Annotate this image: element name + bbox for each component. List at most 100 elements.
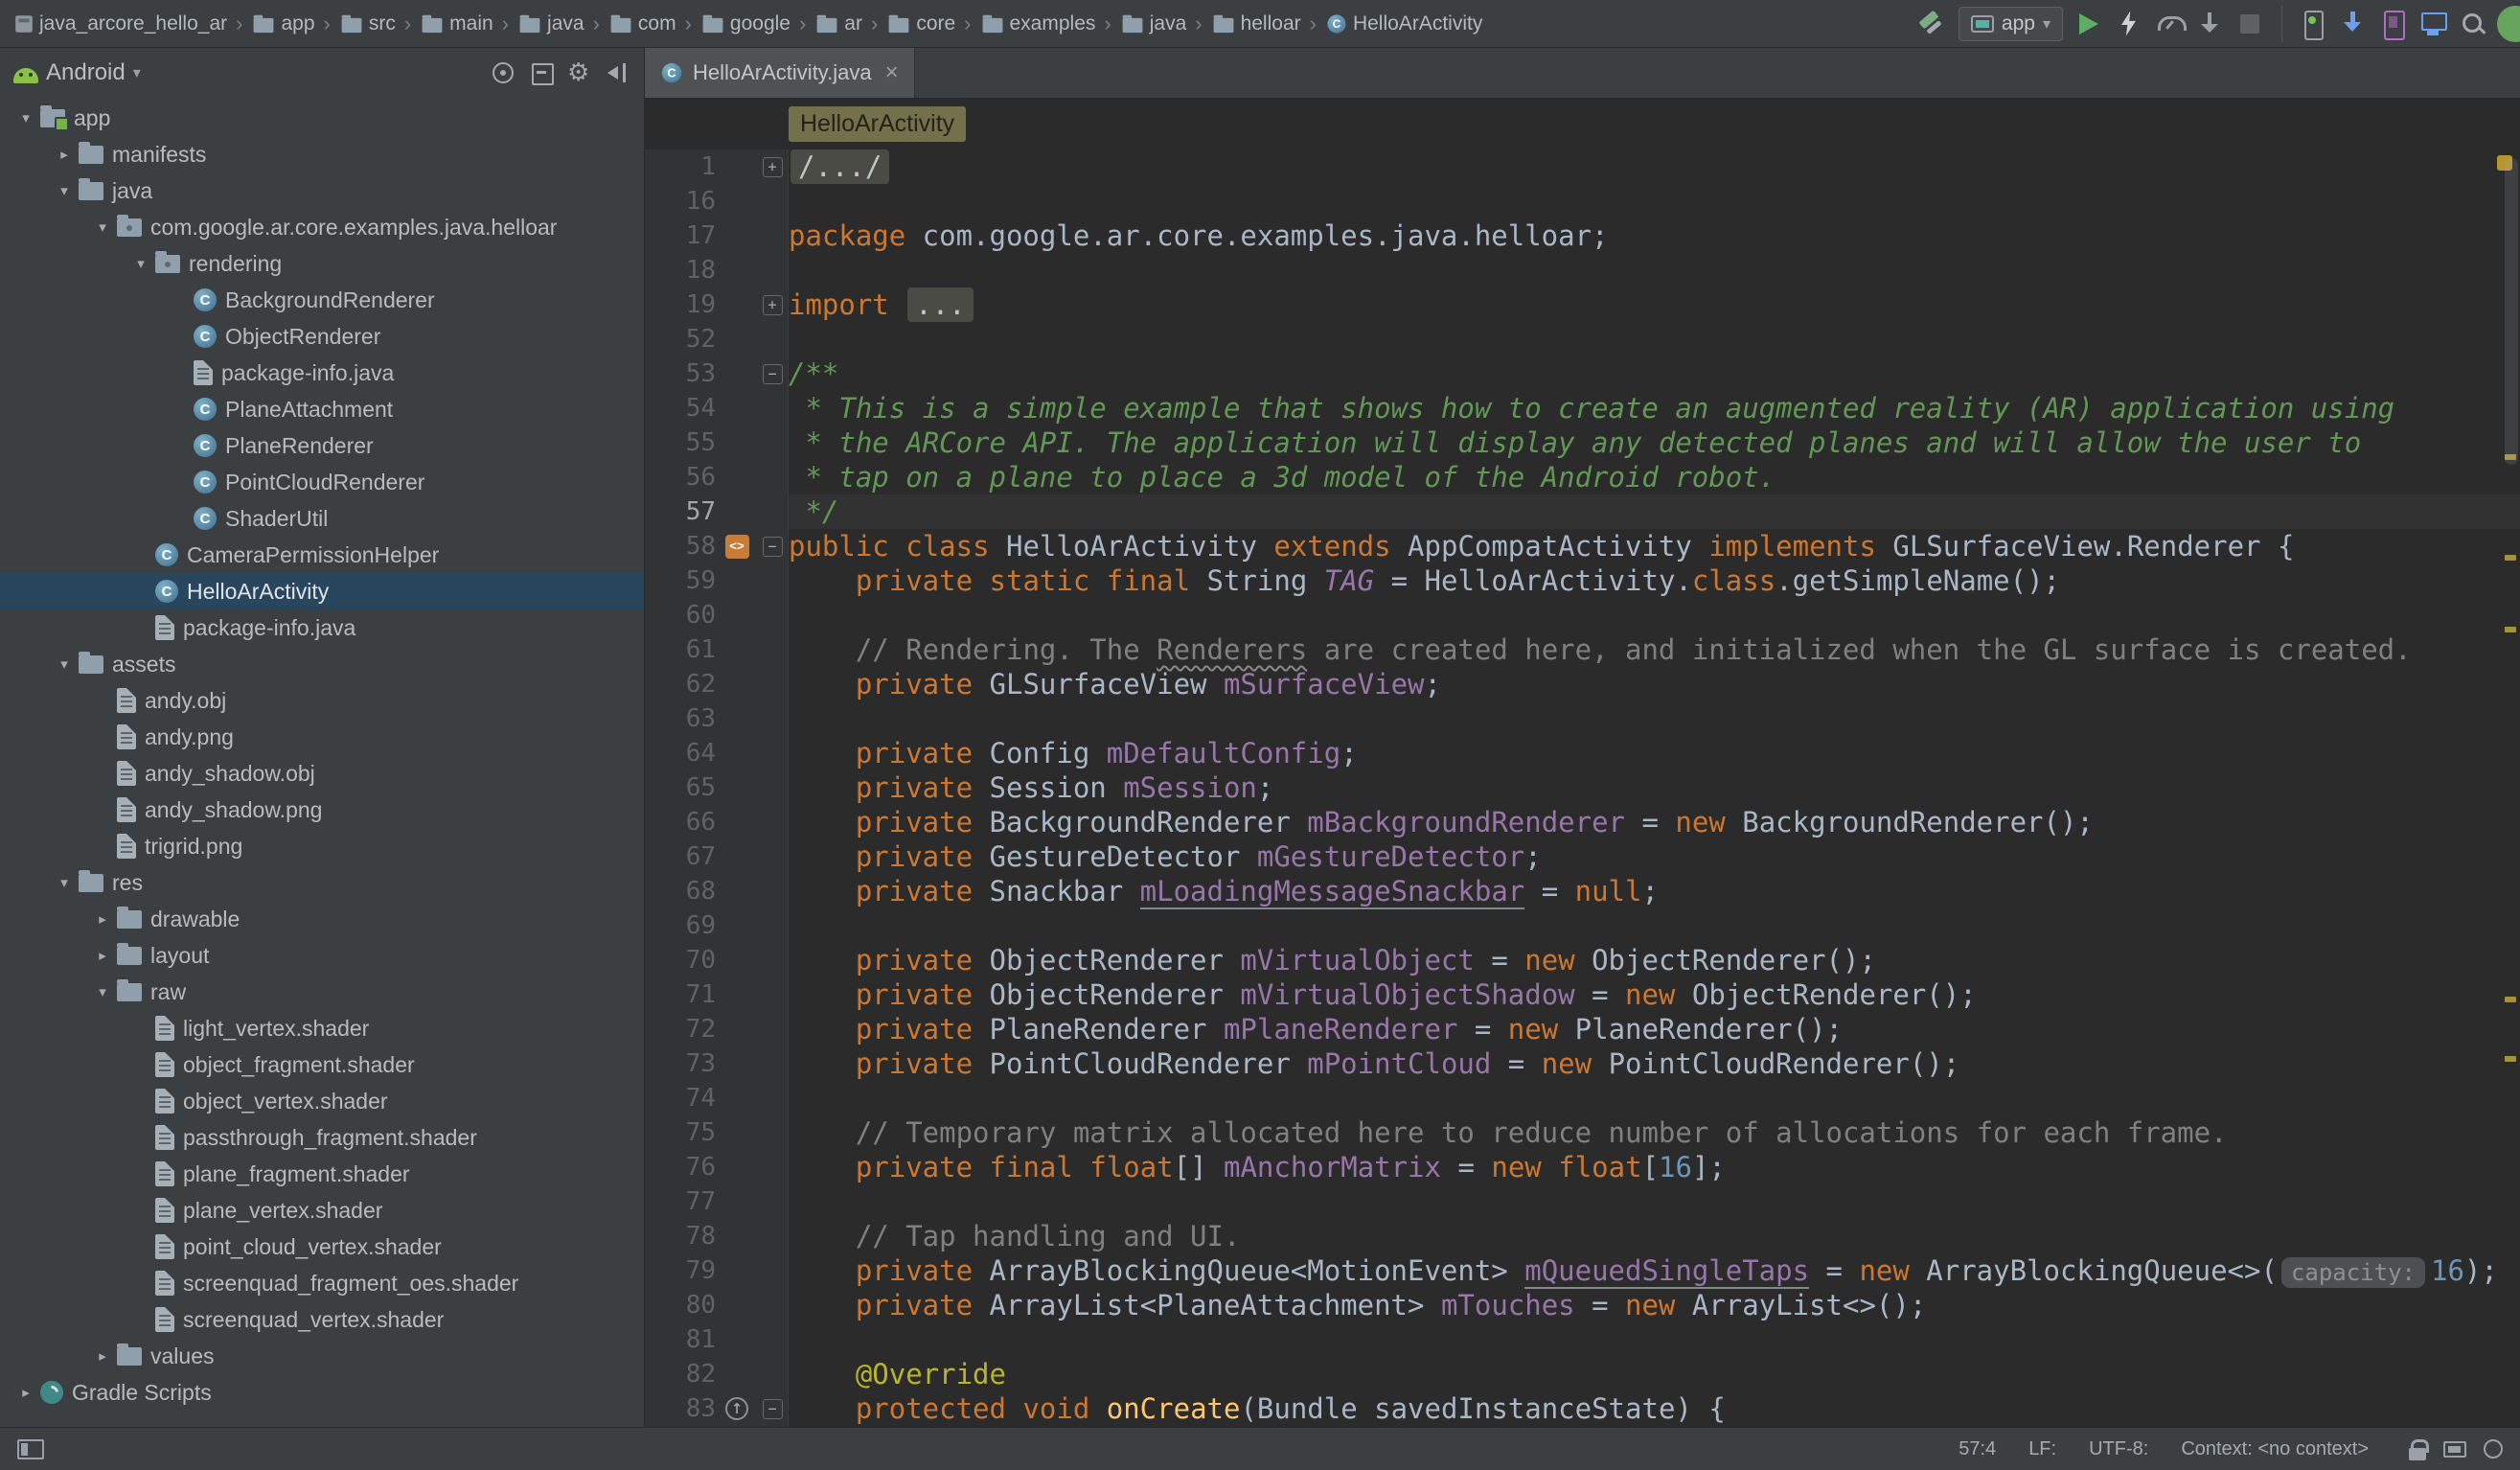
code-line-79[interactable]: private ArrayBlockingQueue<MotionEvent> … bbox=[789, 1253, 2520, 1288]
code-line-18[interactable] bbox=[789, 253, 2520, 287]
tree-item-andy_shadow.obj[interactable]: andy_shadow.obj bbox=[0, 755, 644, 792]
project-view-selector[interactable]: Android ▾ bbox=[46, 59, 141, 86]
code-line-1[interactable]: /.../ bbox=[789, 149, 2520, 184]
fold-collapse-icon[interactable]: − bbox=[763, 364, 783, 384]
collapsed-arrow-icon[interactable]: ▸ bbox=[52, 146, 77, 163]
tree-item-layout[interactable]: ▸layout bbox=[0, 937, 644, 974]
profile-icon[interactable] bbox=[2153, 8, 2186, 40]
code-line-82[interactable]: @Override bbox=[789, 1357, 2520, 1391]
warning-stripe-mark[interactable] bbox=[2505, 997, 2516, 1002]
tree-item-raw[interactable]: ▾raw bbox=[0, 974, 644, 1010]
tree-item-screenquad_fragment_oes.shader[interactable]: screenquad_fragment_oes.shader bbox=[0, 1265, 644, 1301]
hide-panel-icon[interactable] bbox=[602, 57, 634, 89]
tree-item-andy.png[interactable]: andy.png bbox=[0, 719, 644, 755]
expanded-arrow-icon[interactable]: ▾ bbox=[52, 182, 77, 199]
code-line-58[interactable]: public class HelloArActivity extends App… bbox=[789, 529, 2520, 563]
expanded-arrow-icon[interactable]: ▾ bbox=[128, 255, 153, 272]
code-line-64[interactable]: private Config mDefaultConfig; bbox=[789, 736, 2520, 770]
line-separator[interactable]: LF: bbox=[2028, 1438, 2056, 1460]
warning-stripe-mark[interactable] bbox=[2505, 627, 2516, 632]
tree-item-trigrid.png[interactable]: trigrid.png bbox=[0, 828, 644, 864]
tree-item-screenquad_vertex.shader[interactable]: screenquad_vertex.shader bbox=[0, 1301, 644, 1338]
fold-expand-icon[interactable]: + bbox=[763, 295, 783, 315]
code-line-16[interactable] bbox=[789, 184, 2520, 218]
code-line-60[interactable] bbox=[789, 598, 2520, 632]
code-line-70[interactable]: private ObjectRenderer mVirtualObject = … bbox=[789, 943, 2520, 977]
warning-stripe-mark[interactable] bbox=[2505, 555, 2516, 561]
expanded-arrow-icon[interactable]: ▾ bbox=[90, 218, 115, 236]
toolwindow-toggle-icon[interactable] bbox=[17, 1439, 44, 1459]
code-line-54[interactable]: * This is a simple example that shows ho… bbox=[789, 391, 2520, 425]
path-item-com[interactable]: com bbox=[608, 12, 676, 35]
build-hammer-icon[interactable] bbox=[1916, 8, 1949, 40]
lock-icon[interactable] bbox=[2409, 1448, 2426, 1460]
code-line-75[interactable]: // Temporary matrix allocated here to re… bbox=[789, 1115, 2520, 1150]
code-line-74[interactable] bbox=[789, 1081, 2520, 1115]
collapsed-arrow-icon[interactable]: ▸ bbox=[13, 1384, 38, 1401]
path-item-core[interactable]: core bbox=[886, 12, 955, 35]
code-line-78[interactable]: // Tap handling and UI. bbox=[789, 1219, 2520, 1253]
code-line-81[interactable] bbox=[789, 1322, 2520, 1357]
avd-manager-icon[interactable] bbox=[2296, 8, 2328, 40]
collapsed-arrow-icon[interactable]: ▸ bbox=[90, 947, 115, 964]
code-line-76[interactable]: private final float[] mAnchorMatrix = ne… bbox=[789, 1150, 2520, 1184]
layout-inspector-icon[interactable] bbox=[2376, 8, 2409, 40]
path-item-examples[interactable]: examples bbox=[980, 12, 1096, 35]
fold-collapse-icon[interactable]: − bbox=[763, 1399, 783, 1419]
tree-item-java[interactable]: ▾java bbox=[0, 172, 644, 209]
close-icon[interactable]: × bbox=[885, 59, 899, 86]
tree-item-values[interactable]: ▸values bbox=[0, 1338, 644, 1374]
caret-position[interactable]: 57:4 bbox=[1959, 1438, 1996, 1460]
collapsed-arrow-icon[interactable]: ▸ bbox=[90, 1347, 115, 1365]
tree-item-passthrough_fragment.shader[interactable]: passthrough_fragment.shader bbox=[0, 1119, 644, 1156]
path-item-java_arcore_hello_ar[interactable]: java_arcore_hello_ar bbox=[13, 12, 227, 35]
tree-item-BackgroundRenderer[interactable]: BackgroundRenderer bbox=[0, 282, 644, 318]
tree-item-CameraPermissionHelper[interactable]: CameraPermissionHelper bbox=[0, 537, 644, 573]
code-line-80[interactable]: private ArrayList<PlaneAttachment> mTouc… bbox=[789, 1288, 2520, 1322]
path-item-helloar[interactable]: helloar bbox=[1211, 12, 1301, 35]
tree-item-PlaneRenderer[interactable]: PlaneRenderer bbox=[0, 427, 644, 464]
code-line-65[interactable]: private Session mSession; bbox=[789, 770, 2520, 805]
code-line-17[interactable]: package com.google.ar.core.examples.java… bbox=[789, 218, 2520, 253]
code-area[interactable]: /.../ package com.google.ar.core.examples… bbox=[789, 149, 2520, 1427]
context-widget[interactable]: Context: <no context> bbox=[2181, 1438, 2369, 1460]
tree-item-point_cloud_vertex.shader[interactable]: point_cloud_vertex.shader bbox=[0, 1229, 644, 1265]
tree-item-light_vertex.shader[interactable]: light_vertex.shader bbox=[0, 1010, 644, 1046]
tree-item-Gradle Scripts[interactable]: ▸Gradle Scripts bbox=[0, 1374, 644, 1411]
code-line-52[interactable] bbox=[789, 322, 2520, 356]
file-encoding[interactable]: UTF-8: bbox=[2089, 1438, 2148, 1460]
tree-item-ObjectRenderer[interactable]: ObjectRenderer bbox=[0, 318, 644, 355]
tree-item-ShaderUtil[interactable]: ShaderUtil bbox=[0, 500, 644, 537]
apply-changes-icon[interactable] bbox=[2113, 8, 2145, 40]
tree-item-res[interactable]: ▾res bbox=[0, 864, 644, 901]
path-item-src[interactable]: src bbox=[339, 12, 396, 35]
path-item-HelloArActivity[interactable]: HelloArActivity bbox=[1325, 12, 1482, 35]
tree-item-com.google.ar.core.examples.java.helloar[interactable]: ▾com.google.ar.core.examples.java.helloa… bbox=[0, 209, 644, 245]
collapsed-arrow-icon[interactable]: ▸ bbox=[90, 910, 115, 928]
code-line-57[interactable]: */ bbox=[789, 494, 2520, 529]
code-line-83[interactable]: protected void onCreate(Bundle savedInst… bbox=[789, 1391, 2520, 1426]
attach-debugger-icon[interactable] bbox=[2193, 8, 2226, 40]
tree-item-assets[interactable]: ▾assets bbox=[0, 646, 644, 682]
search-everywhere-icon[interactable] bbox=[2457, 8, 2489, 40]
notifications-icon[interactable] bbox=[2484, 1439, 2503, 1459]
tree-item-PointCloudRenderer[interactable]: PointCloudRenderer bbox=[0, 464, 644, 500]
code-line-67[interactable]: private GestureDetector mGestureDetector… bbox=[789, 839, 2520, 874]
screens-icon[interactable] bbox=[2443, 1441, 2466, 1458]
stop-icon[interactable] bbox=[2234, 8, 2266, 40]
tree-item-object_vertex.shader[interactable]: object_vertex.shader bbox=[0, 1083, 644, 1119]
run-icon[interactable] bbox=[2073, 8, 2105, 40]
tree-item-manifests[interactable]: ▸manifests bbox=[0, 136, 644, 172]
tree-item-package-info.java[interactable]: package-info.java bbox=[0, 355, 644, 391]
path-item-java[interactable]: java bbox=[517, 12, 584, 35]
run-configuration-select[interactable]: app ▾ bbox=[1959, 7, 2063, 41]
expanded-arrow-icon[interactable]: ▾ bbox=[52, 655, 77, 673]
expanded-arrow-icon[interactable]: ▾ bbox=[90, 983, 115, 1000]
code-line-55[interactable]: * the ARCore API. The application will d… bbox=[789, 425, 2520, 460]
assistant-icon[interactable] bbox=[2497, 6, 2520, 42]
code-line-56[interactable]: * tap on a plane to place a 3d model of … bbox=[789, 460, 2520, 494]
code-line-73[interactable]: private PointCloudRenderer mPointCloud =… bbox=[789, 1046, 2520, 1081]
tree-item-rendering[interactable]: ▾rendering bbox=[0, 245, 644, 282]
path-item-google[interactable]: google bbox=[700, 12, 790, 35]
breadcrumb-class[interactable]: HelloArActivity bbox=[789, 106, 966, 142]
